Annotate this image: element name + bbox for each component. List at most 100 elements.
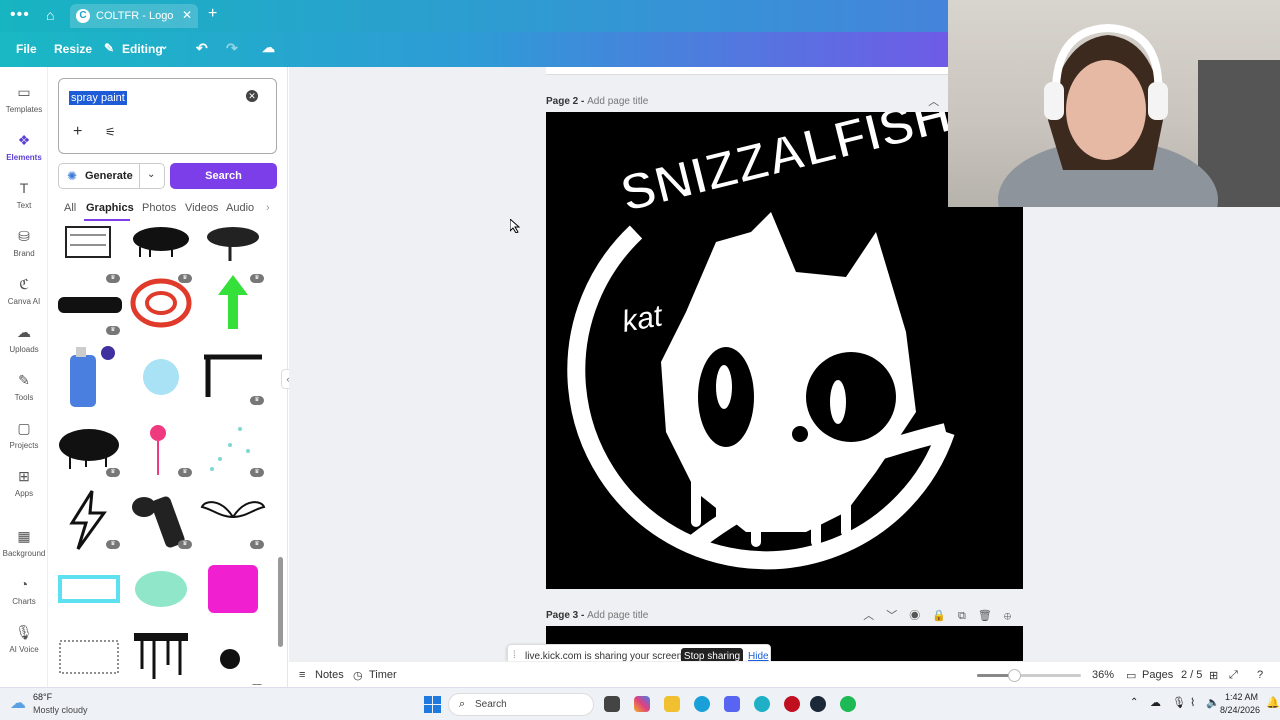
file-menu[interactable]: File — [16, 42, 37, 56]
delete-icon[interactable]: 🗑 — [978, 610, 1004, 622]
undo-icon[interactable]: ↶ — [196, 40, 208, 57]
graphic-item[interactable] — [56, 343, 122, 407]
rail-item-uploads[interactable]: ☁ Uploads — [0, 323, 48, 354]
search-button[interactable]: Search — [170, 163, 277, 189]
steam-icon[interactable] — [810, 696, 826, 712]
taskbar-search[interactable]: ⌕ Search — [448, 693, 594, 716]
panel-scrollbar[interactable] — [278, 227, 284, 687]
redo-icon[interactable]: ↷ — [226, 40, 238, 57]
rail-item-tools[interactable]: ✎ Tools — [0, 371, 48, 402]
new-tab-icon[interactable]: + — [208, 5, 217, 23]
graphic-item[interactable]: ♛ — [128, 487, 194, 549]
chevron-down-icon[interactable]: ⌄ — [147, 169, 155, 180]
clear-search-icon[interactable]: ✕ — [246, 90, 258, 102]
chevron-down-icon[interactable]: ﹀ — [886, 610, 909, 622]
rail-item-brand[interactable]: ⛁ Brand — [0, 227, 48, 258]
search-input[interactable]: spray paint — [69, 91, 127, 105]
search-box[interactable]: spray paint ✕ + ⚟ — [58, 78, 277, 154]
graphic-item[interactable] — [128, 631, 194, 685]
file-explorer-icon[interactable] — [664, 696, 680, 712]
task-view-icon[interactable] — [604, 696, 620, 712]
clock-time[interactable]: 1:42 AM — [1225, 692, 1258, 702]
add-page-title[interactable]: Add page title — [587, 96, 648, 107]
filter-icon[interactable]: ⚟ — [105, 125, 116, 139]
edge-icon[interactable] — [694, 696, 710, 712]
scrollbar-thumb[interactable] — [278, 557, 283, 647]
cloud-saved-icon[interactable]: ☁ — [262, 40, 275, 56]
rail-item-canva-ai[interactable]: ℭ Canva AI — [0, 275, 48, 306]
discord-icon[interactable] — [724, 696, 740, 712]
zoom-slider-knob[interactable] — [1008, 669, 1022, 682]
graphic-item[interactable]: ♛ — [56, 273, 122, 335]
graphic-item[interactable]: ♛ — [200, 415, 266, 477]
rail-item-apps[interactable]: ⊞ Apps — [0, 467, 48, 498]
graphic-item[interactable] — [128, 273, 194, 335]
volume-icon[interactable]: 🔈 — [1206, 696, 1220, 709]
graphic-item[interactable] — [200, 273, 266, 335]
graphic-item[interactable] — [128, 559, 194, 621]
notifications-icon[interactable]: 🔔 — [1266, 696, 1280, 709]
tab-photos[interactable]: Photos — [142, 202, 176, 214]
wifi-icon[interactable]: ⌇ — [1190, 696, 1195, 709]
weather-desc[interactable]: Mostly cloudy — [33, 705, 88, 715]
rail-item-elements[interactable]: ❖ Elements — [0, 131, 48, 162]
graphic-item[interactable] — [56, 631, 122, 685]
duplicate-icon[interactable]: ⧉ — [958, 610, 978, 622]
tab-all[interactable]: All — [64, 202, 76, 214]
editing-dropdown[interactable]: Editing — [122, 42, 163, 56]
browser-tab[interactable]: C COLTFR - Logo ✕ — [70, 4, 198, 28]
graphic-item[interactable] — [128, 343, 194, 405]
canva-icon[interactable] — [754, 696, 770, 712]
graphic-item[interactable]: ♛ — [200, 487, 266, 549]
graphics-grid: ♛ ♛ ♛ ♛ ♛ ♛ ♛ ♛ ♛ ♛ ♛ — [54, 225, 276, 685]
graphic-item[interactable]: ♛ — [200, 631, 266, 685]
rail-item-ai-voice[interactable]: 🎙 AI Voice — [0, 623, 48, 654]
drag-handle-icon[interactable]: ⁞ — [513, 650, 516, 661]
tab-videos[interactable]: Videos — [185, 202, 218, 214]
graphic-item[interactable] — [200, 559, 266, 621]
help-icon[interactable]: ? — [1257, 669, 1263, 681]
microphone-icon[interactable]: 🎙 — [1172, 696, 1186, 709]
rail-item-background[interactable]: ▦ Background — [0, 527, 48, 558]
graphic-item[interactable] — [56, 559, 122, 621]
zoom-slider[interactable] — [977, 669, 1081, 682]
clock-date[interactable]: 8/24/2026 — [1220, 705, 1260, 715]
tab-graphics[interactable]: Graphics — [86, 202, 134, 214]
lock-icon[interactable]: 🔒 — [932, 610, 958, 622]
add-page-icon[interactable]: ⊕ — [1004, 610, 1023, 622]
network-icon[interactable]: ☁ — [1150, 696, 1161, 709]
pages-button[interactable]: Pages — [1142, 669, 1173, 681]
add-page-title[interactable]: Add page title — [587, 610, 648, 621]
rail-item-projects[interactable]: ▢ Projects — [0, 419, 48, 450]
weather-temp[interactable]: 68°F — [33, 692, 52, 702]
windows-start-icon[interactable] — [424, 696, 441, 713]
home-icon[interactable]: ⌂ — [46, 7, 62, 23]
spotify-icon[interactable] — [840, 696, 856, 712]
add-icon[interactable]: + — [73, 123, 82, 141]
browser-menu-icon[interactable]: ••• — [10, 6, 30, 24]
graphic-item[interactable]: ♛ — [56, 415, 122, 477]
fullscreen-icon[interactable]: ⤢ — [1229, 669, 1238, 682]
rail-item-charts[interactable]: ◔ Charts — [0, 575, 48, 606]
chevron-right-icon[interactable]: › — [266, 202, 270, 214]
chevron-down-icon[interactable]: ⌄ — [160, 41, 168, 52]
chevron-up-icon[interactable]: ︿ — [863, 610, 886, 622]
graphic-item[interactable]: ♛ — [200, 343, 266, 405]
hide-icon[interactable]: ◉ — [909, 610, 932, 622]
app-icon[interactable] — [784, 696, 800, 712]
projects-icon: ▢ — [17, 420, 31, 436]
zoom-level[interactable]: 36% — [1092, 669, 1114, 681]
tray-chevron-up-icon[interactable]: ⌃ — [1130, 697, 1138, 708]
grid-view-icon[interactable]: ⊞ — [1209, 669, 1218, 682]
timer-button[interactable]: Timer — [369, 669, 397, 681]
rail-item-text[interactable]: T Text — [0, 179, 48, 210]
notes-button[interactable]: Notes — [315, 669, 344, 681]
copilot-icon[interactable] — [634, 696, 650, 712]
tab-audio[interactable]: Audio — [226, 202, 254, 214]
resize-button[interactable]: Resize — [54, 42, 92, 56]
graphic-item[interactable]: ♛ — [128, 415, 194, 477]
generate-button[interactable]: ✺ Generate ⌄ — [58, 163, 165, 189]
rail-item-templates[interactable]: ▭ Templates — [0, 83, 48, 114]
close-tab-icon[interactable]: ✕ — [182, 8, 192, 22]
graphic-item[interactable]: ♛ — [56, 487, 122, 550]
